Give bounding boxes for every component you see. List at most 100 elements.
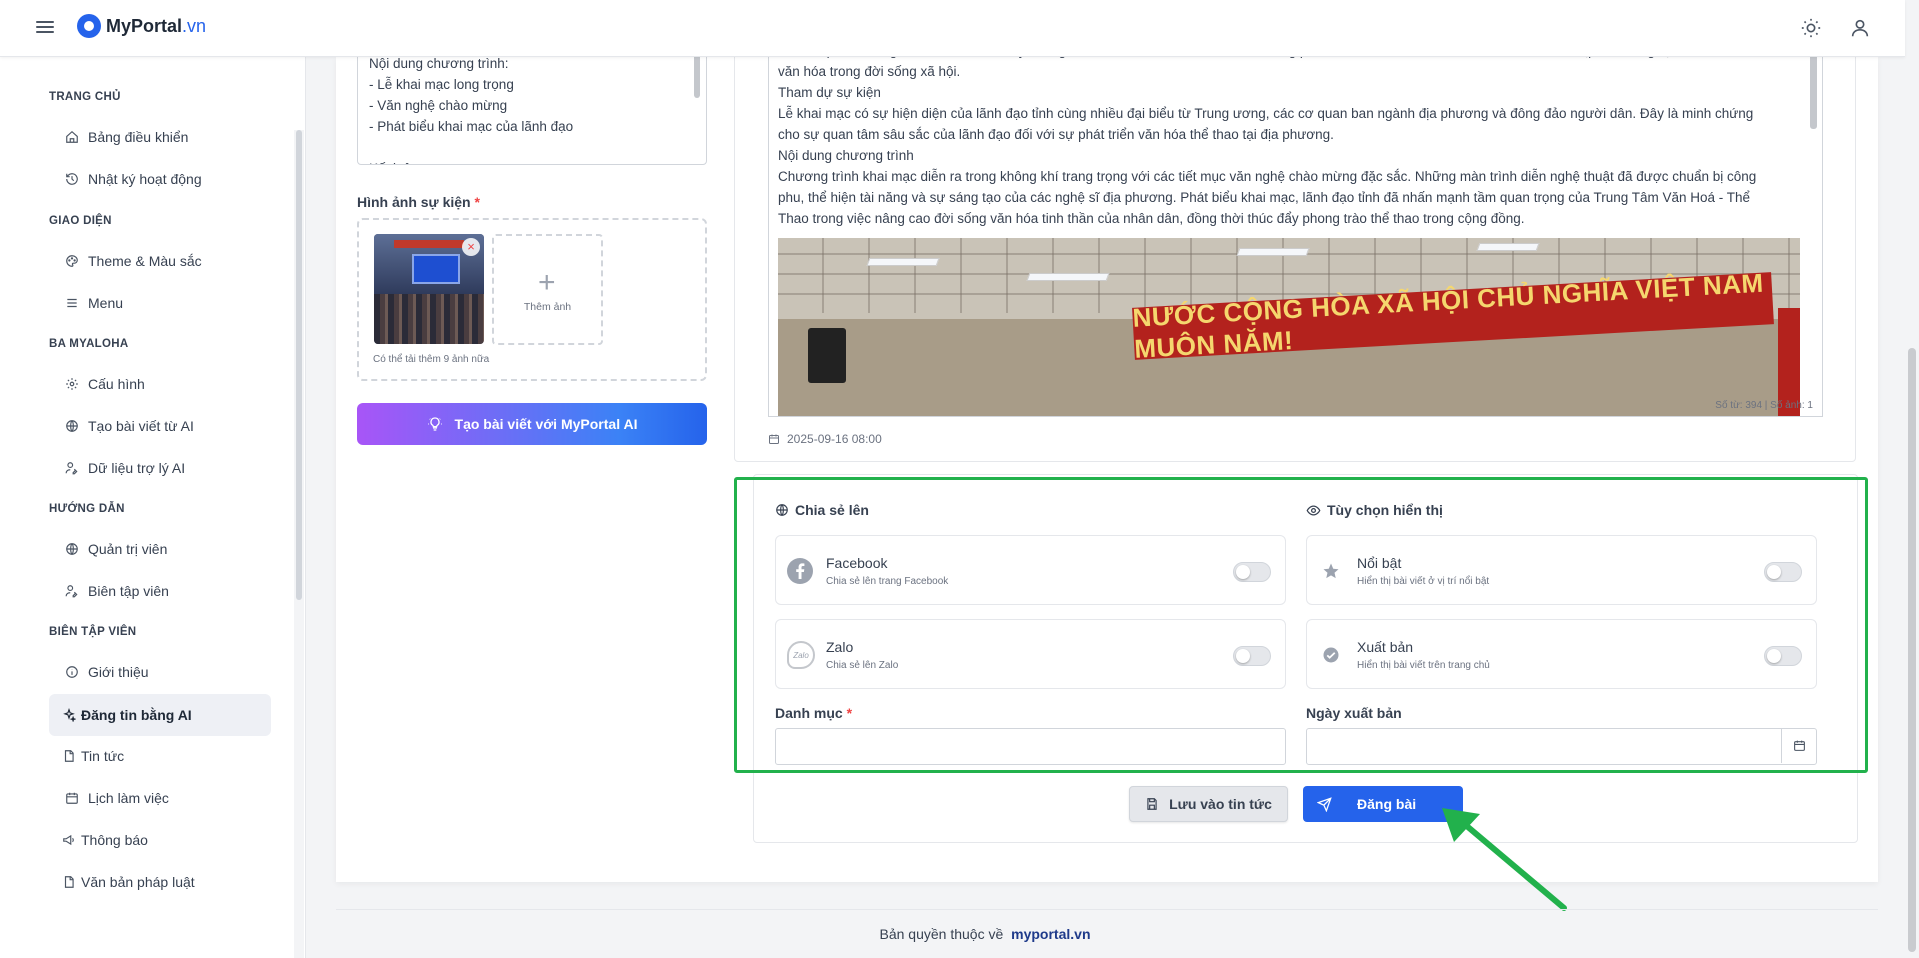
preview-line: cho sự quan tâm sâu sắc của lãnh đạo đối…	[778, 127, 1334, 142]
footer-site-link[interactable]: myportal.vn	[1011, 926, 1090, 942]
lightbulb-icon	[427, 417, 442, 431]
sidebar-item-label: Theme & Màu sắc	[88, 253, 202, 269]
sidebar-item-theme[interactable]: Theme & Màu sắc	[49, 240, 271, 282]
hamburger-menu-icon[interactable]	[36, 18, 54, 38]
save-icon	[1147, 798, 1157, 810]
preview-line: Tham dự sự kiện	[778, 85, 881, 100]
sidebar-item-label: Nhật ký hoạt động	[88, 171, 202, 187]
sidebar-item-label: Dữ liệu trợ lý AI	[88, 460, 186, 476]
sidebar-item-label: Văn bản pháp luật	[81, 874, 195, 890]
word-image-count: Số từ: 394 | Số ảnh: 1	[1715, 400, 1813, 411]
save-to-news-label: Lưu vào tin tức	[1169, 796, 1272, 812]
document-icon	[64, 876, 74, 888]
sidebar-item-ai-news[interactable]: Đăng tin bằng AI	[49, 694, 271, 736]
event-datetime-text: 2025-09-16 08:00	[787, 432, 882, 446]
sidebar-item-admin-guide[interactable]: Quản trị viên	[49, 528, 271, 570]
send-icon	[1317, 796, 1332, 812]
preview-line: Nội dung chương trình	[778, 148, 914, 163]
footer-divider	[336, 909, 1878, 910]
event-datetime: 2025-09-16 08:00	[768, 432, 882, 446]
event-images-label: Hình ảnh sự kiện *	[357, 194, 480, 210]
theme-sun-icon[interactable]	[1800, 17, 1822, 39]
post-article-label: Đăng bài	[1357, 796, 1417, 812]
gear-icon	[65, 378, 78, 390]
sidebar-item-label: Đăng tin bằng AI	[81, 707, 192, 723]
megaphone-icon	[62, 834, 74, 846]
required-mark: *	[474, 194, 480, 210]
image-upload-hint: Có thể tải thêm 9 ảnh nữa	[373, 354, 490, 365]
remove-image-icon[interactable]: ×	[462, 238, 480, 256]
page-scrollbar[interactable]	[1908, 348, 1916, 952]
preview-text: các cơ quan ban ngành. Lễ khai mạc này k…	[778, 44, 1808, 229]
globe-icon	[65, 420, 78, 432]
event-images-label-text: Hình ảnh sự kiện	[357, 194, 471, 210]
logo-suffix: .vn	[182, 15, 207, 36]
sidebar-item-label: Thông báo	[81, 832, 148, 848]
user-edit-icon	[65, 585, 77, 598]
home-icon	[65, 130, 78, 143]
sidebar-item-news[interactable]: Tin tức	[49, 735, 271, 777]
sidebar-item-activity-log[interactable]: Nhật ký hoạt động	[49, 158, 271, 200]
sidebar-item-notifications[interactable]: Thông báo	[49, 819, 271, 861]
globe-icon	[65, 543, 78, 555]
calendar-icon	[65, 792, 78, 804]
section-label: BA MYALOHA	[49, 338, 129, 350]
section-label: GIAO DIỆN	[49, 215, 112, 227]
sidebar-item-menu[interactable]: Menu	[49, 282, 271, 324]
article-preview[interactable]: các cơ quan ban ngành. Lễ khai mạc này k…	[768, 44, 1823, 417]
preview-image: NƯỚC CỘNG HÒA XÃ HỘI CHỦ NGHĨA VIỆT NAM …	[778, 238, 1800, 416]
sidebar-item-config[interactable]: Cấu hình	[49, 363, 271, 405]
logo-icon	[77, 14, 101, 38]
section-label: BIÊN TẬP VIÊN	[49, 626, 137, 638]
sidebar-item-schedule[interactable]: Lịch làm việc	[49, 777, 271, 819]
preview-line: phu, thể hiện tài năng và sự sáng tạo củ…	[778, 190, 1751, 205]
sidebar-item-label: Bảng điều khiển	[88, 129, 189, 145]
add-image-label: Thêm ảnh	[523, 301, 572, 313]
sparkle-icon	[62, 708, 76, 722]
sidebar-item-label: Giới thiệu	[88, 664, 149, 680]
plus-icon: +	[538, 266, 556, 299]
textarea-scrollbar[interactable]	[694, 54, 700, 98]
sidebar-item-label: Tin tức	[81, 748, 125, 764]
sidebar-item-dashboard[interactable]: Bảng điều khiển	[49, 116, 271, 158]
preview-line: Lễ khai mạc có sự hiện diện của lãnh đạo…	[778, 106, 1754, 121]
highlight-box	[734, 477, 1868, 773]
sidebar-item-ai-data[interactable]: Dữ liệu trợ lý AI	[49, 447, 271, 489]
sidebar-item-intro[interactable]: Giới thiệu	[49, 651, 271, 693]
sidebar-item-label: Tạo bài viết từ AI	[88, 418, 194, 434]
footer: Bản quyền thuộc về myportal.vn	[0, 926, 1919, 942]
user-edit-icon	[65, 462, 77, 475]
sidebar-item-label: Cấu hình	[88, 376, 145, 392]
sidebar-item-editor-guide[interactable]: Biên tập viên	[49, 570, 271, 612]
menu-icon	[66, 298, 77, 308]
sidebar-item-legal-docs[interactable]: Văn bản pháp luật	[49, 861, 271, 903]
sidebar-item-label: Menu	[88, 295, 124, 311]
preview-line: Thao trong việc nâng cao đời sống văn hó…	[778, 211, 1525, 226]
top-header: MyPortal.vn	[0, 0, 1905, 57]
file-icon	[64, 750, 74, 762]
sidebar-item-label: Quản trị viên	[88, 541, 168, 557]
create-ai-post-label: Tạo bài viết với MyPortal AI	[454, 416, 638, 432]
preview-line: văn hóa trong đời sống xã hội.	[778, 64, 961, 79]
preview-scrollbar[interactable]	[1810, 53, 1817, 129]
sidebar-scrollbar[interactable]	[296, 130, 302, 600]
save-to-news-button[interactable]: Lưu vào tin tức	[1129, 786, 1288, 822]
add-image-button[interactable]: + Thêm ảnh	[492, 234, 603, 345]
sidebar-item-label: Biên tập viên	[88, 583, 169, 599]
post-article-button[interactable]: Đăng bài	[1303, 786, 1463, 822]
sidebar-item-ai-post[interactable]: Tạo bài viết từ AI	[49, 405, 271, 447]
info-icon	[65, 666, 78, 678]
logo[interactable]: MyPortal.vn	[77, 14, 206, 38]
logo-text: MyPortal	[106, 15, 183, 36]
sidebar-item-label: Lịch làm việc	[88, 790, 169, 806]
preview-line: Chương trình khai mạc diễn ra trong khôn…	[778, 169, 1757, 184]
palette-icon	[65, 255, 78, 267]
footer-copyright: Bản quyền thuộc về	[879, 926, 1004, 942]
section-label: HƯỚNG DẪN	[49, 503, 125, 515]
user-account-icon[interactable]	[1849, 17, 1871, 39]
program-content-textarea[interactable]: Nội dung chương trình: - Lễ khai mạc lon…	[357, 40, 707, 165]
section-label: TRANG CHỦ	[49, 91, 121, 103]
create-ai-post-button[interactable]: Tạo bài viết với MyPortal AI	[357, 403, 707, 445]
calendar-icon	[769, 434, 779, 444]
history-icon	[65, 173, 78, 185]
